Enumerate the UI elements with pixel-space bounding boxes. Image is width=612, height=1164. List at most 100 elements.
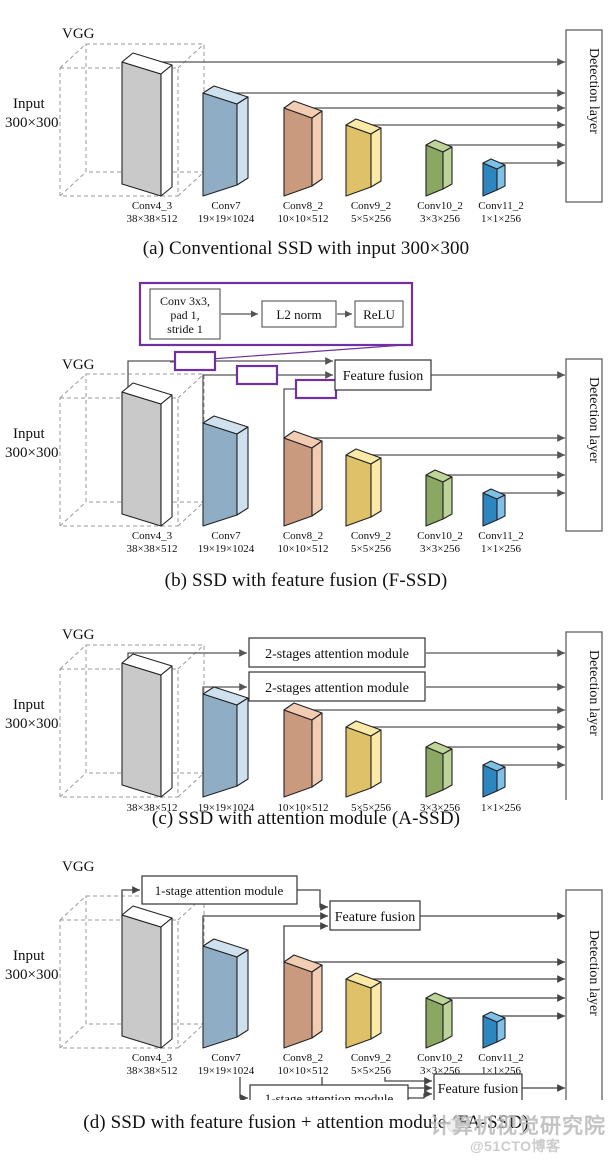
vgg-label: VGG [62, 26, 95, 42]
attention-module-box-c-1[interactable]: 2-stages attention module [248, 637, 426, 668]
purple-box-conv8_2 [294, 378, 338, 400]
feature-fusion-label-d-top: Feature fusion [335, 910, 415, 925]
layer-name-b-3: Conv9_2 [351, 530, 391, 542]
feature-fusion-box-b[interactable]: Feature fusion [334, 359, 432, 391]
layer-block-conv10_2 [425, 139, 453, 197]
input-label-d-line1: Input [13, 948, 45, 964]
panel-c-diagram: VGG Input 300×300 2-stages attention mod… [5, 627, 603, 800]
layer-block-conv9_2-b [345, 448, 382, 527]
layer-name-d-3: Conv9_2 [351, 1052, 391, 1064]
layer-name-d-1: Conv7 [211, 1052, 241, 1064]
layer-captions: Conv4_3 38×38×512 Conv7 19×19×1024 Conv8… [127, 200, 524, 225]
detection-layer-label-d: Detection layer [586, 930, 601, 1016]
vgg-label-b: VGG [62, 357, 95, 373]
panel-b-diagram: Conv 3x3, pad 1, stride 1 L2 norm ReLU V… [5, 281, 603, 555]
watermark-site-text: @51CTO博客 [470, 1138, 561, 1154]
layer-block-conv11_2-d [482, 1011, 506, 1049]
layer-name-d-0: Conv4_3 [132, 1052, 173, 1064]
layer-dims-d-1: 19×19×1024 [198, 1065, 255, 1077]
vgg-label-c: VGG [62, 627, 95, 643]
layer-block-conv10_2-d [425, 992, 453, 1049]
detection-layer-label-c: Detection layer [586, 650, 601, 736]
layer-dims-b-0: 38×38×512 [127, 543, 178, 555]
caption-b: (b) SSD with feature fusion (F-SSD) [164, 570, 448, 591]
panel-c: VGG Input 300×300 2-stages attention mod… [0, 605, 612, 814]
watermark-logo-icon [447, 1118, 462, 1133]
layer-dims-d-2: 10×10×512 [278, 1065, 329, 1077]
attention-module-label-d-top: 1-stage attention module [155, 883, 284, 898]
layer-name-3: Conv9_2 [351, 200, 391, 212]
feature-fusion-box-d-bottom[interactable]: Feature fusion [433, 1073, 523, 1100]
attention-module-label-c-2: 2-stages attention module [265, 681, 409, 696]
attention-module-box-d-bottom[interactable]: 1-stage attention module [249, 1084, 409, 1100]
layer-name-4: Conv10_2 [417, 200, 463, 212]
layer-dims-2: 10×10×512 [278, 213, 329, 225]
detail-step3: ReLU [363, 307, 395, 322]
layer-dims-3: 5×5×256 [351, 213, 391, 225]
layer-dims-b-3: 5×5×256 [351, 543, 391, 555]
detail-step2: L2 norm [276, 307, 321, 322]
layer-name-0: Conv4_3 [132, 200, 173, 212]
attention-module-box-d-top[interactable]: 1-stage attention module [141, 875, 298, 905]
layer-block-conv8_2-d [283, 954, 323, 1049]
layer-name-5: Conv11_2 [478, 200, 523, 212]
layer-dims-b-2: 10×10×512 [278, 543, 329, 555]
feature-fusion-box-d-top[interactable]: Feature fusion [329, 900, 421, 931]
panel-d-diagram: VGG Input 300×300 1-stage attention modu… [5, 859, 603, 1100]
layer-block-conv11_2 [482, 158, 506, 197]
layer-dims-d-3: 5×5×256 [351, 1065, 391, 1077]
layer-name-d-5: Conv11_2 [478, 1052, 523, 1064]
layer-block-conv7-d [202, 938, 249, 1049]
layer-name-b-4: Conv10_2 [417, 530, 463, 542]
input-label-b-line1: Input [13, 426, 45, 442]
detail-step1-line3: stride 1 [167, 322, 203, 336]
layer-block-conv8_2-c [283, 702, 323, 798]
input-label-line1: Input [13, 96, 45, 112]
attention-module-box-c-2[interactable]: 2-stages attention module [248, 671, 426, 702]
layer-dims-1: 19×19×1024 [198, 213, 255, 225]
panel-b: Conv 3x3, pad 1, stride 1 L2 norm ReLU V… [0, 275, 612, 560]
layer-block-conv11_2-b [482, 488, 506, 527]
detail-pipeline-box: Conv 3x3, pad 1, stride 1 L2 norm ReLU [138, 281, 414, 347]
layer-dims-4: 3×3×256 [420, 213, 460, 225]
detection-layer-d[interactable]: Detection layer [565, 889, 603, 1100]
feature-fusion-label-b: Feature fusion [343, 369, 423, 384]
layer-name-d-4: Conv10_2 [417, 1052, 463, 1064]
input-label-c-line2: 300×300 [5, 716, 58, 732]
layer-block-conv7 [202, 85, 249, 197]
layer-name-2: Conv8_2 [283, 200, 323, 212]
purple-box-conv4_3 [173, 350, 217, 372]
layer-block-conv4_3 [121, 52, 173, 197]
layer-block-conv8_2 [283, 100, 323, 197]
layer-dims-d-0: 38×38×512 [127, 1065, 178, 1077]
purple-box-conv7 [235, 364, 279, 386]
layer-block-conv4_3-c [121, 653, 173, 798]
layer-name-1: Conv7 [211, 200, 241, 212]
detail-step1-line1: Conv 3x3, [160, 294, 210, 308]
detection-layer-label-b: Detection layer [586, 377, 601, 463]
layer-block-conv4_3-d [121, 905, 173, 1049]
layer-dims-b-4: 3×3×256 [420, 543, 460, 555]
layer-block-conv9_2 [345, 118, 382, 197]
attention-module-label-c-1: 2-stages attention module [265, 647, 409, 662]
input-label-d-line2: 300×300 [5, 967, 58, 983]
layer-name-b-0: Conv4_3 [132, 530, 173, 542]
input-label-c-line1: Input [13, 697, 45, 713]
detection-layer-a[interactable]: Detection layer [565, 29, 603, 203]
vgg-label-d: VGG [62, 859, 95, 875]
layer-name-b-2: Conv8_2 [283, 530, 323, 542]
input-label-line2: 300×300 [5, 115, 58, 131]
layer-dims-b-1: 19×19×1024 [198, 543, 255, 555]
layer-block-conv10_2-b [425, 469, 453, 527]
layer-block-conv9_2-d [345, 972, 382, 1049]
layer-dims-b-5: 1×1×256 [481, 543, 521, 555]
layer-block-conv7-c [202, 686, 249, 798]
layer-captions-b: Conv4_3 38×38×512 Conv7 19×19×1024 Conv8… [127, 530, 524, 555]
layer-block-conv9_2-c [345, 720, 382, 798]
panel-a: VGG Input 300×300 Conv4_3 38×38×512 Conv… [0, 0, 612, 230]
panel-a-diagram: VGG Input 300×300 Conv4_3 38×38×512 Conv… [5, 26, 603, 225]
detection-layer-c[interactable]: Detection layer [565, 631, 603, 800]
caption-d: (d) SSD with feature fusion + attention … [83, 1112, 529, 1133]
detection-layer-b[interactable]: Detection layer [565, 358, 603, 532]
layer-block-conv4_3-b [121, 382, 173, 527]
